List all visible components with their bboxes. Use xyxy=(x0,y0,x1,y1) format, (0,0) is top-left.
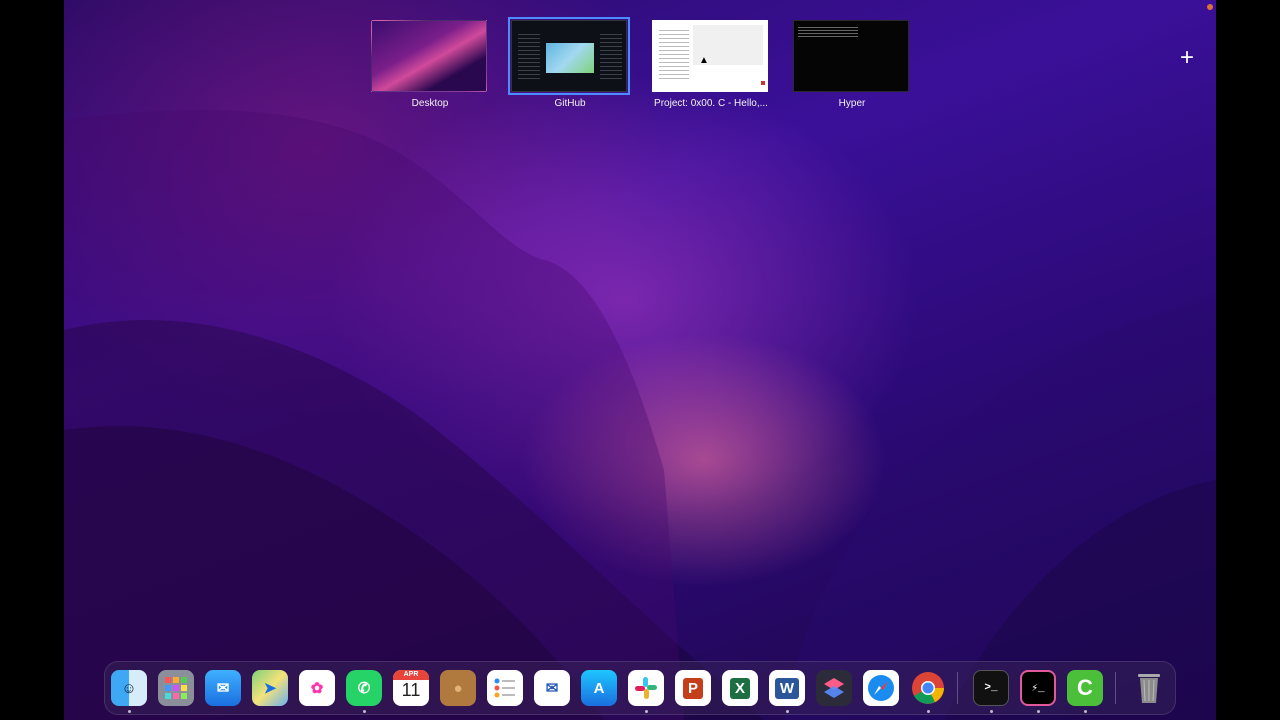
launchpad-grid xyxy=(165,677,187,699)
calendar-month: APR xyxy=(393,670,429,680)
excel-letter: X xyxy=(729,677,750,699)
desktop: + Desktop GitHub ▲ Project: 0x00. C - He… xyxy=(64,0,1216,720)
running-indicator xyxy=(128,710,131,713)
word-letter: W xyxy=(774,677,800,699)
hyper-icon[interactable]: ⚡_ xyxy=(1020,670,1056,706)
terminal-icon[interactable]: >_ xyxy=(973,670,1009,706)
running-indicator xyxy=(786,710,789,713)
dock: ☺ ✉ ➤ ✿ ✆ APR 11 ● ✉ A P X W >_ ⚡_ C xyxy=(104,661,1176,715)
reminders-icon[interactable] xyxy=(487,670,523,706)
chrome-icon[interactable] xyxy=(910,670,946,706)
space-hyper[interactable]: Hyper xyxy=(793,20,911,109)
shortcuts-icon[interactable] xyxy=(816,670,852,706)
photos-icon[interactable]: ✿ xyxy=(299,670,335,706)
space-thumbnail xyxy=(793,20,909,92)
reminders-list xyxy=(494,678,515,698)
maps-icon[interactable]: ➤ xyxy=(252,670,288,706)
running-indicator xyxy=(363,710,366,713)
excel-icon[interactable]: X xyxy=(722,670,758,706)
slack-logo xyxy=(635,677,657,699)
dock-separator xyxy=(1115,672,1116,704)
dock-separator xyxy=(957,672,958,704)
airmail-icon[interactable]: ✉ xyxy=(534,670,570,706)
running-indicator xyxy=(927,710,930,713)
space-thumbnail: ▲ xyxy=(652,20,768,92)
launchpad-icon[interactable] xyxy=(158,670,194,706)
calendar-icon[interactable]: APR 11 xyxy=(393,670,429,706)
space-github[interactable]: GitHub xyxy=(508,17,630,109)
mission-control-spaces-bar: Desktop GitHub ▲ Project: 0x00. C - Hell… xyxy=(360,14,920,120)
terminal-prompt: >_ xyxy=(984,682,998,694)
powerpoint-letter: P xyxy=(682,677,703,699)
space-label: GitHub xyxy=(554,98,586,109)
word-icon[interactable]: W xyxy=(769,670,805,706)
trash-can xyxy=(1138,674,1160,703)
cursor-icon: ▲ xyxy=(699,55,709,66)
recording-indicator xyxy=(1207,4,1213,10)
space-project[interactable]: ▲ Project: 0x00. C - Hello,... xyxy=(652,20,770,109)
running-indicator xyxy=(1084,710,1087,713)
safari-compass xyxy=(868,675,894,701)
space-label: Project: 0x00. C - Hello,... xyxy=(654,98,768,109)
powerpoint-icon[interactable]: P xyxy=(675,670,711,706)
app-store-icon[interactable]: A xyxy=(581,670,617,706)
mail-icon[interactable]: ✉ xyxy=(205,670,241,706)
space-label: Hyper xyxy=(838,98,866,109)
trash-icon[interactable] xyxy=(1131,670,1167,706)
shortcuts-logo xyxy=(824,678,844,698)
calendar-day: 11 xyxy=(401,680,421,700)
slack-icon[interactable] xyxy=(628,670,664,706)
space-label: Desktop xyxy=(411,98,449,109)
contacts-icon[interactable]: ● xyxy=(440,670,476,706)
finder-icon[interactable]: ☺ xyxy=(111,670,147,706)
chrome-logo xyxy=(912,672,944,704)
safari-icon[interactable] xyxy=(863,670,899,706)
running-indicator xyxy=(990,710,993,713)
add-desktop-button[interactable]: + xyxy=(1180,46,1194,70)
whatsapp-icon[interactable]: ✆ xyxy=(346,670,382,706)
space-desktop[interactable]: Desktop xyxy=(371,20,489,109)
hyper-prompt: ⚡_ xyxy=(1031,683,1045,695)
space-thumbnail xyxy=(371,20,487,92)
space-thumbnail xyxy=(508,17,630,95)
camtasia-icon[interactable]: C xyxy=(1067,670,1103,706)
running-indicator xyxy=(1037,710,1040,713)
running-indicator xyxy=(645,710,648,713)
